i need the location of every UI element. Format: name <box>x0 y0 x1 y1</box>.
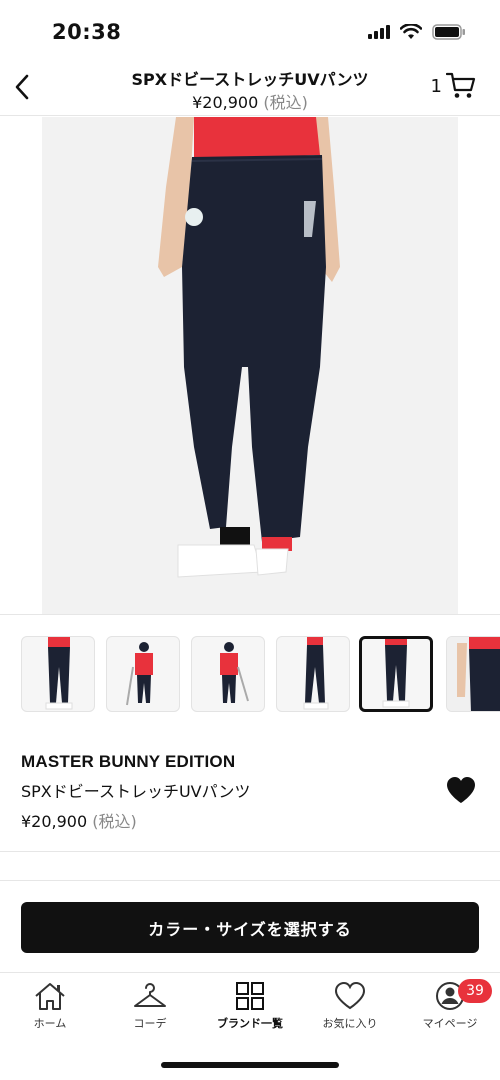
thumbnail-image <box>126 642 153 706</box>
tab-label: ブランド一覧 <box>217 1017 283 1030</box>
tab-favorites[interactable]: お気に入り <box>300 981 400 1041</box>
back-button[interactable] <box>8 70 36 104</box>
tab-mypage[interactable]: 39 マイページ <box>400 979 500 1041</box>
grid-icon <box>236 982 264 1010</box>
status-bar: 20:38 <box>0 0 500 64</box>
thumbnail-6[interactable] <box>446 636 500 712</box>
tab-label: ホーム <box>33 1017 67 1030</box>
header-price: ¥20,900 <box>192 93 259 112</box>
tab-coordinate[interactable]: コーデ <box>100 981 200 1041</box>
heart-icon <box>447 777 475 803</box>
cart-button[interactable]: 1 <box>431 72 476 100</box>
product-price: ¥20,900 <box>21 812 88 831</box>
gallery-divider <box>0 614 500 615</box>
thumbnail-image <box>382 639 410 708</box>
cart-count: 1 <box>430 75 442 97</box>
header-title: SPXドビーストレッチUVパンツ <box>131 70 369 89</box>
tab-brand-list[interactable]: ブランド一覧 <box>200 981 300 1041</box>
product-photo <box>42 117 458 614</box>
wifi-icon <box>400 24 422 39</box>
header-tax-note: (税込) <box>263 93 308 112</box>
chevron-left-icon <box>15 74 29 100</box>
divider <box>0 851 500 852</box>
thumbnail-image <box>303 637 329 710</box>
divider <box>0 880 500 881</box>
home-icon <box>35 983 65 1010</box>
cellular-signal-icon <box>368 25 390 39</box>
thumbnail-image <box>447 637 500 711</box>
heart-outline-icon <box>334 981 366 1010</box>
nav-header: SPXドビーストレッチUVパンツ ¥20,900 (税込) 1 <box>0 64 500 116</box>
thumbnail-image <box>220 642 249 703</box>
tab-label: コーデ <box>133 1017 167 1030</box>
thumbnail-5-selected[interactable] <box>359 636 433 712</box>
cart-icon <box>446 72 476 98</box>
status-icons <box>368 24 466 40</box>
tab-label: お気に入り <box>322 1017 378 1030</box>
notification-badge: 39 <box>458 979 492 1003</box>
thumbnail-strip <box>21 636 500 714</box>
tab-bar: ホーム コーデ ブランド一覧 お気に入り 39 マイページ <box>0 972 500 1048</box>
status-time: 20:38 <box>52 20 122 44</box>
product-tax-note: (税込) <box>92 812 137 831</box>
product-name: SPXドビーストレッチUVパンツ <box>21 782 251 801</box>
thumbnail-4[interactable] <box>276 636 350 712</box>
tab-label: マイページ <box>422 1017 478 1030</box>
thumbnail-2[interactable] <box>106 636 180 712</box>
header-price-line: ¥20,900 (税込) <box>90 89 410 113</box>
home-indicator <box>161 1062 339 1068</box>
battery-icon <box>432 24 465 40</box>
product-info: MASTER BUNNY EDITION SPXドビーストレッチUVパンツ ¥2… <box>21 752 481 832</box>
favorite-button[interactable] <box>446 776 476 806</box>
product-price-line: ¥20,900 (税込) <box>21 808 481 832</box>
brand-name[interactable]: MASTER BUNNY EDITION <box>21 752 481 772</box>
select-color-size-button[interactable]: カラー・サイズを選択する <box>21 902 479 953</box>
thumbnail-3[interactable] <box>191 636 265 712</box>
hanger-icon <box>134 983 166 1007</box>
thumbnail-image <box>45 637 73 710</box>
tab-home[interactable]: ホーム <box>0 981 100 1041</box>
product-main-image[interactable] <box>42 117 458 614</box>
thumbnail-1[interactable] <box>21 636 95 712</box>
